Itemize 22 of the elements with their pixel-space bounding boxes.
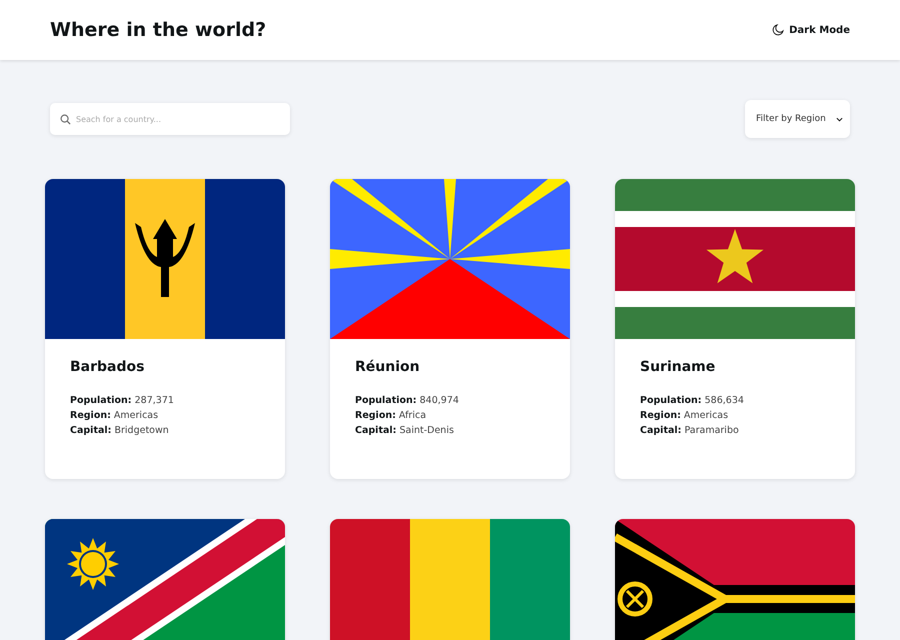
country-name: Barbados bbox=[70, 359, 146, 375]
country-card[interactable]: Barbados Population: 287,371 Region: Americas Capital: Bridgetown bbox=[45, 179, 285, 479]
country-card[interactable]: Réunion Population: 840,974 Region: Africa Capital: Saint-Denis bbox=[330, 179, 570, 479]
site-title: Where in the world? bbox=[50, 19, 266, 41]
country-detail: Region: Americas bbox=[640, 409, 730, 423]
chevron-down-icon bbox=[836, 116, 843, 122]
search-field[interactable]: Seach for a country... bbox=[50, 103, 290, 135]
country-card[interactable]: Suriname Population: 586,634 Region: Americas Capital: Paramaribo bbox=[615, 179, 855, 479]
country-detail: Population: 287,371 bbox=[70, 394, 175, 408]
country-detail: Region: Americas bbox=[70, 409, 160, 423]
country-detail: Capital: Paramaribo bbox=[640, 424, 740, 438]
dark-mode-toggle[interactable]: Dark Mode bbox=[772, 24, 850, 36]
country-detail: Capital: Bridgetown bbox=[70, 424, 170, 438]
country-detail: Population: 840,974 bbox=[355, 394, 460, 408]
region-filter-dropdown[interactable]: Filter by Region bbox=[745, 100, 850, 138]
country-name: Suriname bbox=[640, 359, 716, 375]
country-detail: Population: 586,634 bbox=[640, 394, 745, 408]
search-icon bbox=[60, 114, 71, 125]
country-detail: Region: Africa bbox=[355, 409, 428, 423]
country-name: Réunion bbox=[355, 359, 421, 375]
moon-icon bbox=[772, 24, 784, 36]
country-detail: Capital: Saint-Denis bbox=[355, 424, 455, 438]
